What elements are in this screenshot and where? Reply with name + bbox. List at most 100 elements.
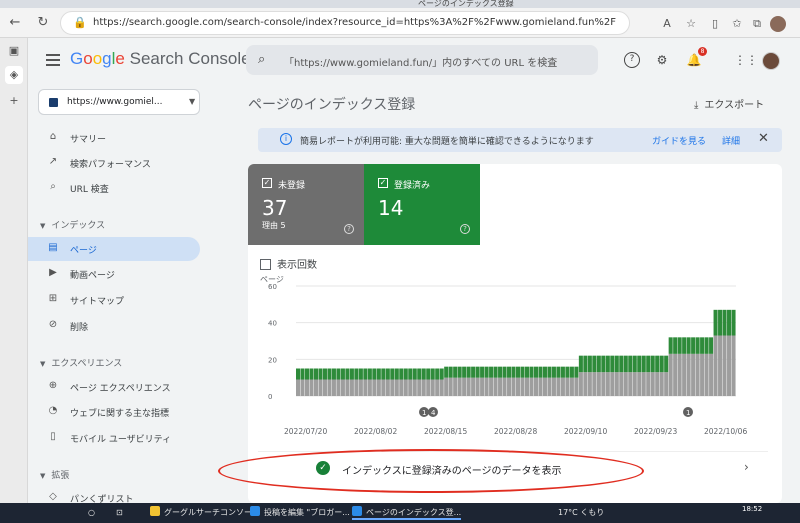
bar-not-indexed: [547, 377, 552, 396]
property-selector[interactable]: https://www.gomiel... ▼: [38, 89, 200, 115]
bar-indexed: [569, 366, 574, 378]
search-taskbar-icon[interactable]: ○: [88, 506, 95, 520]
bar-not-indexed: [574, 377, 579, 396]
sidebar-item-core-web-vitals[interactable]: ◔ ウェブに関する主な指標: [28, 400, 200, 424]
clock[interactable]: 18:52: [742, 505, 762, 513]
new-tab-icon[interactable]: +: [5, 92, 23, 110]
bar-indexed: [677, 337, 682, 354]
bar-not-indexed: [520, 377, 525, 396]
bar-indexed: [704, 337, 709, 354]
y-tick-label: 40: [268, 320, 277, 328]
details-link[interactable]: 詳細: [722, 134, 740, 147]
bar-not-indexed: [542, 377, 547, 396]
apps-grid-icon[interactable]: ⋮⋮: [734, 52, 758, 68]
bar-not-indexed: [560, 377, 565, 396]
collections-icon[interactable]: ⧉: [748, 17, 766, 31]
bar-indexed: [641, 355, 646, 373]
taskbar-item-edge-searchconsole[interactable]: ページのインデックス登...: [352, 506, 462, 520]
taskbar-item-edge-blogger[interactable]: 投稿を編集 "ブロガー...: [250, 506, 350, 520]
indexed-count: 14: [378, 196, 404, 220]
bar-indexed: [322, 368, 327, 380]
read-aloud-icon[interactable]: A: [658, 17, 676, 31]
users-settings-icon[interactable]: ⚙: [654, 52, 670, 68]
weather-widget[interactable]: 17°C くもり: [558, 506, 604, 520]
bar-indexed: [502, 366, 507, 378]
account-avatar[interactable]: [762, 52, 780, 70]
bar-not-indexed: [480, 377, 485, 396]
favorite-icon[interactable]: ☆: [682, 17, 700, 31]
section-enhancements[interactable]: ▼ 拡張: [40, 468, 69, 481]
taskbar-item-explorer[interactable]: グーグルサーチコンソール: [150, 506, 260, 520]
eye-off-icon: ⊘: [48, 319, 58, 330]
help-icon[interactable]: ?: [624, 52, 640, 68]
sidebar-item-pages[interactable]: ▤ ページ: [28, 237, 200, 261]
bar-indexed: [367, 368, 372, 380]
bar-not-indexed: [349, 379, 354, 396]
notification-badge: 8: [698, 47, 707, 56]
bar-indexed: [394, 368, 399, 380]
bar-not-indexed: [345, 379, 350, 396]
bar-indexed: [372, 368, 377, 380]
bar-not-indexed: [551, 377, 556, 396]
bar-not-indexed: [381, 379, 386, 396]
bar-indexed: [560, 366, 565, 378]
sidebar-item-mobile-usability[interactable]: ▯ モバイル ユーザビリティ: [28, 426, 200, 450]
bar-not-indexed: [417, 379, 422, 396]
export-button[interactable]: ⤓ エクスポート: [694, 96, 764, 111]
task-view-icon[interactable]: ⊡: [116, 506, 123, 520]
bar-not-indexed: [340, 379, 345, 396]
bar-not-indexed: [511, 377, 516, 396]
refresh-icon[interactable]: ↻: [34, 14, 52, 32]
speed-icon: ◔: [48, 405, 58, 416]
profile-avatar[interactable]: [770, 16, 786, 32]
bar-not-indexed: [471, 377, 476, 396]
checkbox-unchecked-icon: [260, 259, 271, 270]
back-icon[interactable]: ←: [6, 14, 24, 32]
bar-not-indexed: [502, 377, 507, 396]
section-index[interactable]: ▼ インデックス: [40, 218, 105, 231]
split-screen-icon[interactable]: ▯: [706, 17, 724, 31]
sidebar-item-performance[interactable]: ↗ 検索パフォーマンス: [28, 151, 200, 175]
guide-link[interactable]: ガイドを見る: [652, 134, 706, 147]
vertical-tab-icon[interactable]: ◈: [5, 66, 23, 84]
bar-indexed: [574, 366, 579, 378]
sidebar-item-removals[interactable]: ⊘ 削除: [28, 314, 200, 338]
address-bar[interactable]: 🔒 https://search.google.com/search-conso…: [60, 11, 630, 35]
help-icon[interactable]: ?: [344, 224, 354, 234]
app-logo[interactable]: Google Search Console: [70, 49, 251, 69]
sidebar-item-video-pages[interactable]: ▶ 動画ページ: [28, 262, 200, 286]
bar-not-indexed: [318, 379, 323, 396]
favorites-bar-icon[interactable]: ✩: [728, 17, 746, 31]
bar-indexed: [435, 368, 440, 380]
menu-icon[interactable]: [46, 54, 60, 66]
bar-not-indexed: [524, 377, 530, 396]
bar-indexed: [480, 366, 485, 378]
bar-not-indexed: [664, 372, 669, 396]
tab-actions-icon[interactable]: ▣: [5, 42, 23, 60]
url-inspect-search[interactable]: ⌕ 「https://www.gomieland.fun/」内のすべての URL…: [246, 45, 598, 75]
sidebar-item-sitemaps[interactable]: ⊞ サイトマップ: [28, 288, 200, 312]
bar-not-indexed: [516, 377, 521, 396]
section-experience[interactable]: ▼ エクスペリエンス: [40, 356, 122, 369]
bar-indexed: [592, 355, 597, 373]
x-tick-label: 2022/09/23: [634, 427, 677, 436]
bar-indexed: [533, 366, 538, 378]
help-icon[interactable]: ?: [460, 224, 470, 234]
bar-not-indexed: [493, 377, 498, 396]
bar-indexed: [489, 366, 494, 378]
not-indexed-tile[interactable]: ✓ 未登録 37 理由 5 ?: [248, 164, 364, 245]
indexed-tile[interactable]: ✓ 登録済み 14 ?: [364, 164, 480, 245]
x-tick-label: 2022/08/02: [354, 427, 397, 436]
annotation-label: 4: [431, 409, 436, 417]
bar-indexed: [304, 368, 310, 380]
bar-not-indexed: [727, 335, 732, 396]
x-tick-label: 2022/08/28: [494, 427, 537, 436]
impressions-toggle[interactable]: 表示回数: [260, 256, 317, 271]
close-icon[interactable]: ✕: [758, 131, 769, 146]
bar-not-indexed: [655, 372, 660, 396]
bar-indexed: [718, 309, 723, 336]
sidebar-item-page-experience[interactable]: ⊕ ページ エクスペリエンス: [28, 375, 200, 399]
sidebar-item-url-inspection[interactable]: ⌕ URL 検査: [28, 176, 200, 200]
sidebar-item-summary[interactable]: ⌂ サマリー: [28, 126, 200, 150]
bar-not-indexed: [695, 353, 700, 396]
